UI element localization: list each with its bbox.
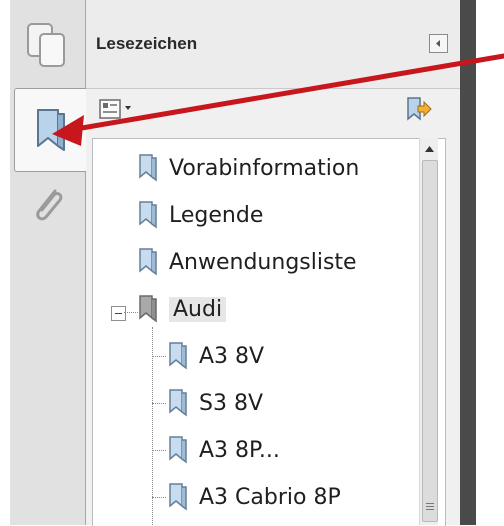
bookmark-icon [37,109,65,151]
bookmarks-toolbar [86,89,460,135]
bookmark-label: Anwendungsliste [169,249,357,275]
navigation-rail [10,0,87,525]
tree-guide-line [124,312,138,313]
bookmarks-panel-button[interactable] [14,88,87,172]
bookmark-item[interactable]: A3 8P... [167,430,280,470]
tree-guide-line [152,497,166,498]
tree-guide-line [152,403,166,404]
scroll-up-button[interactable] [420,138,438,160]
bookmark-icon [169,436,187,464]
bookmark-label: S3 8V [199,390,264,416]
bookmark-icon [139,248,157,276]
bookmark-icon [169,483,187,511]
bookmark-item[interactable]: A3 8V [167,336,264,376]
panel-header: Lesezeichen [86,0,460,89]
bookmark-icon [139,295,157,323]
vertical-scrollbar[interactable] [419,138,438,525]
attachments-panel-button[interactable] [12,170,82,240]
bookmark-icon [169,389,187,417]
bookmark-label: Legende [169,202,264,228]
bookmark-item[interactable]: S3 8V [167,383,263,423]
bookmark-label: A3 8P... [199,437,280,463]
bookmark-label: A3 8V [199,343,265,369]
scroll-grip [426,503,434,512]
bookmark-tree: Vorabinformation Legende Anwendungsliste… [92,138,446,526]
bookmark-icon [169,342,187,370]
bookmark-label: Audi [169,296,227,322]
attachment-icon [36,189,63,221]
panel-title: Lesezeichen [96,34,198,53]
new-bookmark-button[interactable] [404,95,434,125]
bookmark-label: A3 Cabrio 8P [199,484,341,510]
bookmarks-panel: Lesezeichen Vorabinformation Legende Anw… [86,0,460,526]
bookmark-item[interactable]: Anwendungsliste [137,242,357,282]
bookmark-item-audi[interactable]: Audi [137,289,227,329]
document-area-edge [460,0,476,525]
collapse-toggle-audi[interactable] [111,306,126,321]
tree-guide-line [152,450,166,451]
options-menu-icon [99,99,131,119]
tree-guide-line [152,356,166,357]
bookmark-icon [139,154,157,182]
pages-panel-button[interactable] [12,10,82,80]
bookmark-label: Vorabinformation [169,155,360,181]
options-menu-button[interactable] [98,97,138,123]
bookmark-item[interactable]: Legende [137,195,263,235]
bookmark-item[interactable]: A3 Cabrio 8P [167,477,341,517]
bookmark-icon [139,201,157,229]
new-bookmark-icon [407,97,432,121]
scroll-thumb[interactable] [422,160,438,522]
chevron-up-icon [424,146,434,152]
pages-icon [27,23,65,67]
collapse-panel-icon [436,40,440,47]
collapse-panel-button[interactable] [429,34,448,53]
bookmark-item[interactable]: Vorabinformation [137,148,359,188]
